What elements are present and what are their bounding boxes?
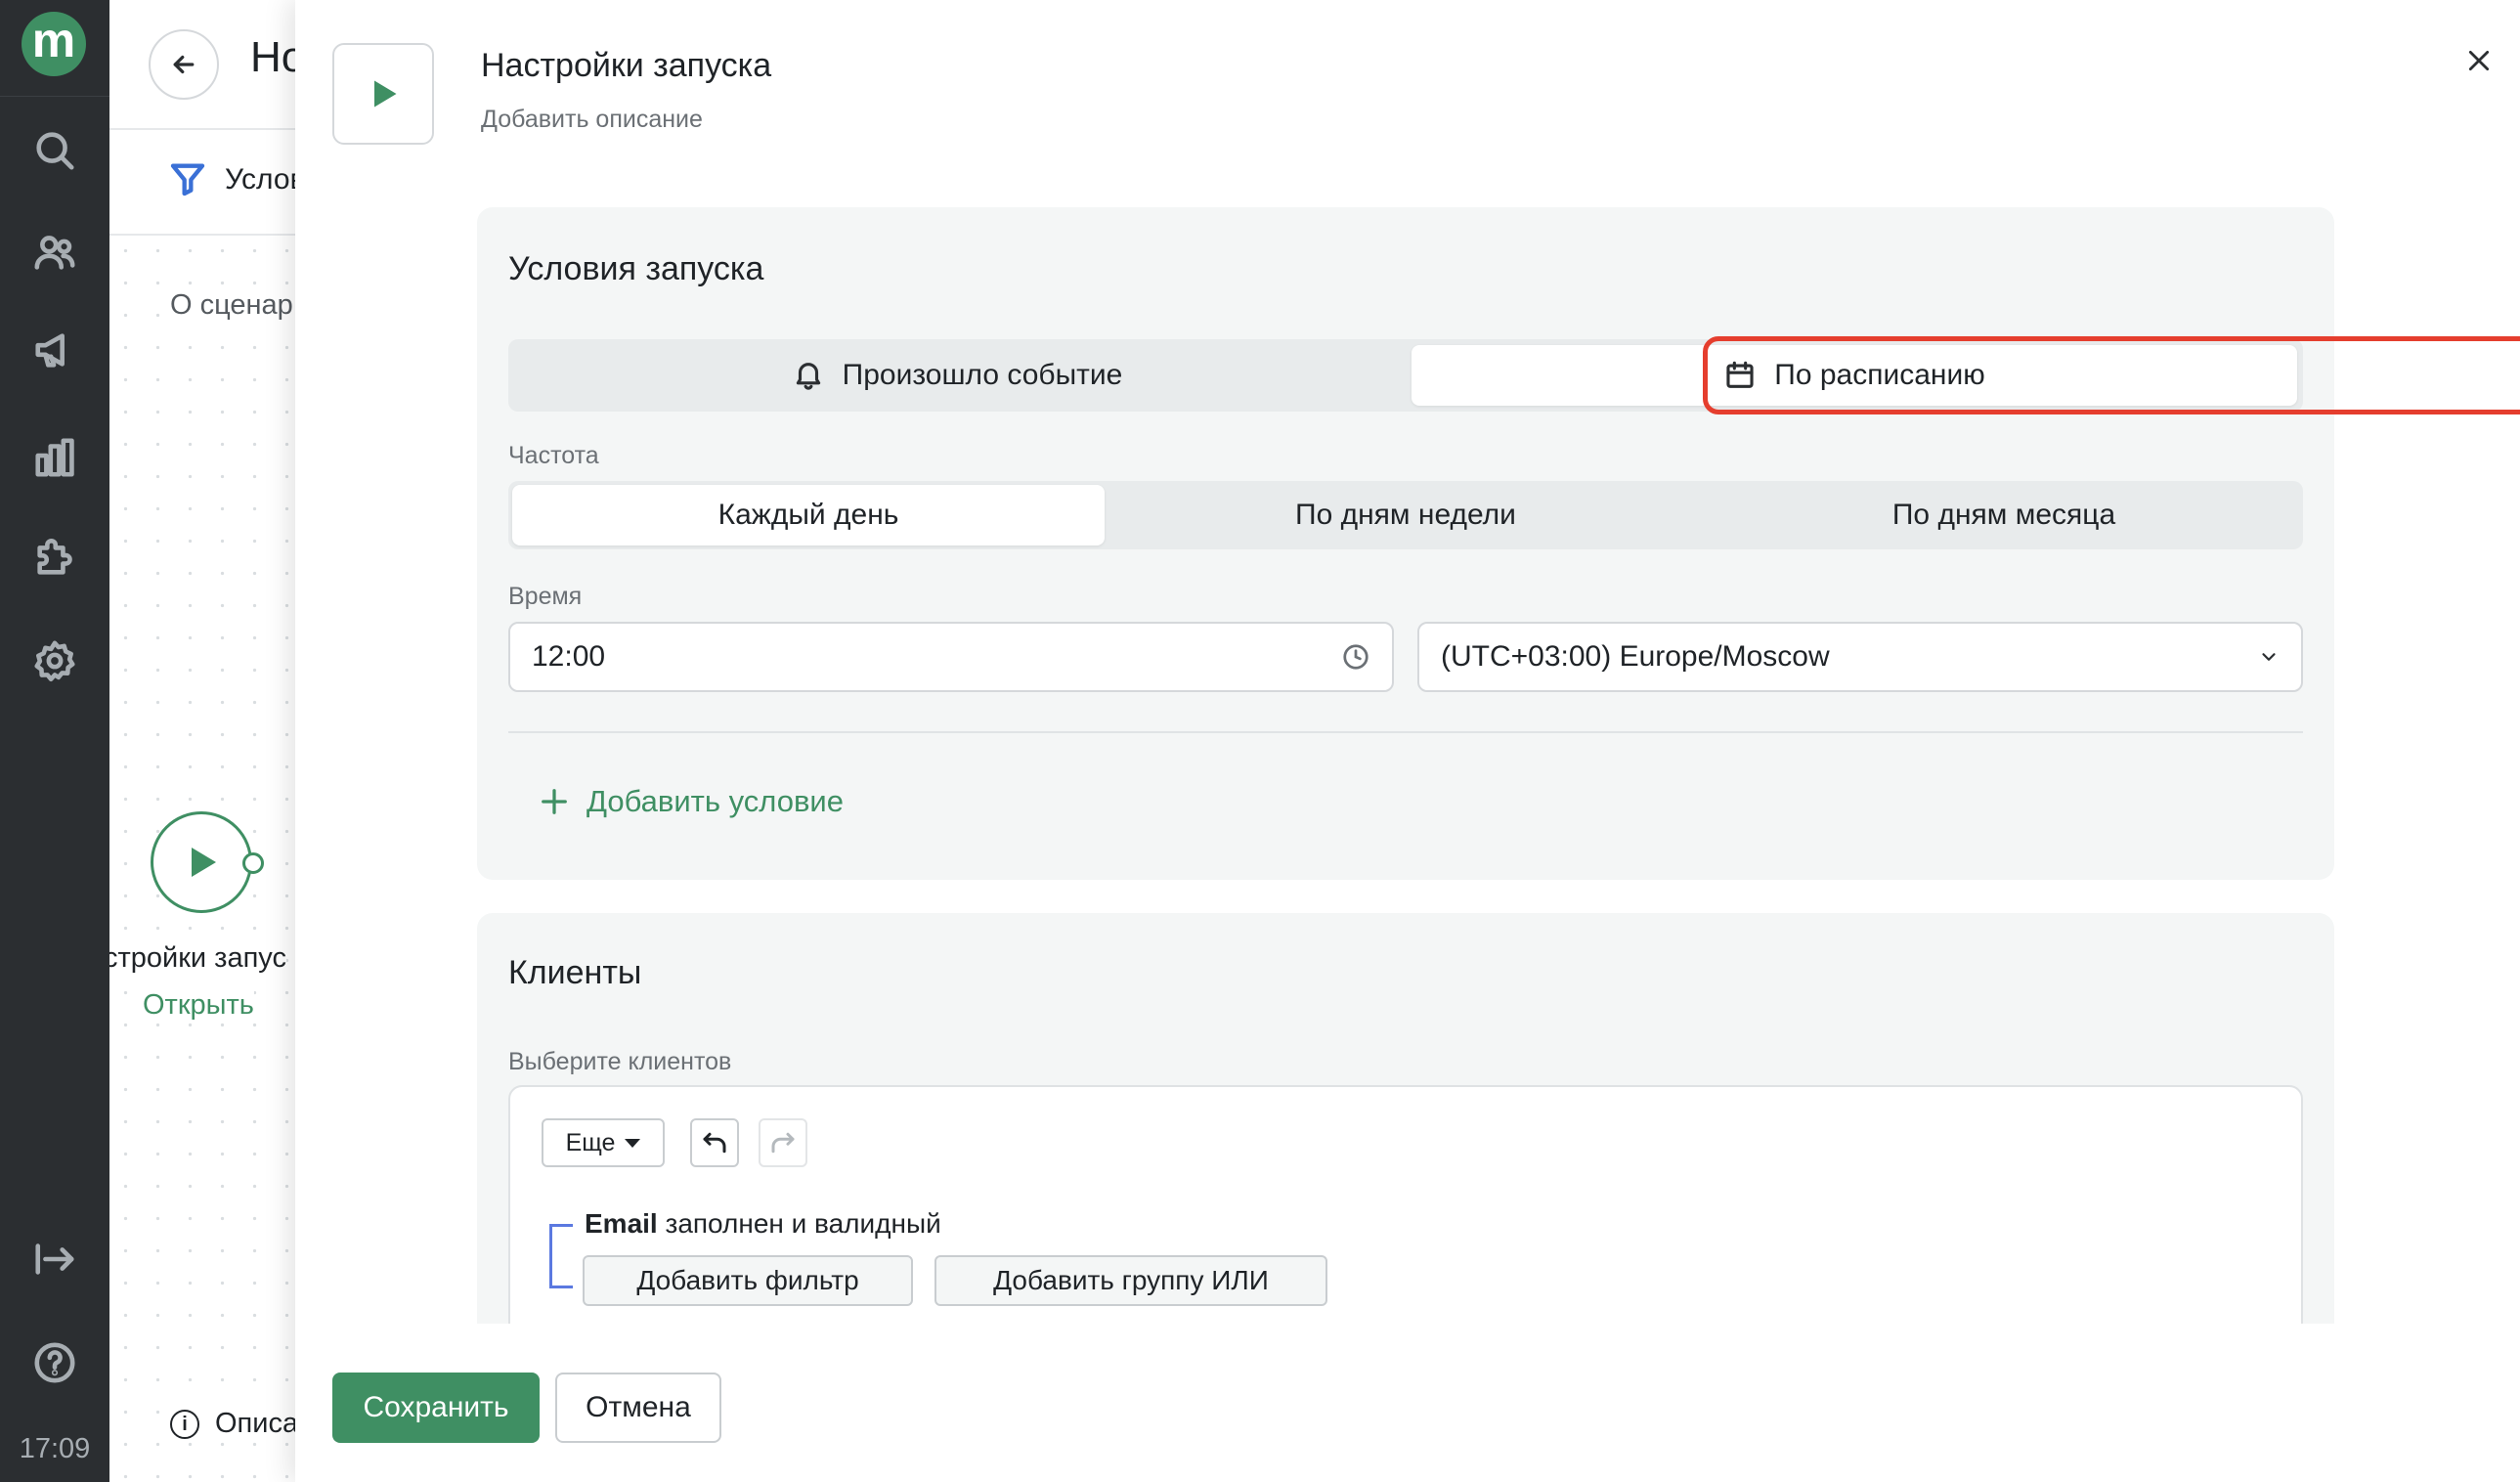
trigger-event-option[interactable]: Произошло событие (508, 339, 1406, 412)
scenario-title: Но (250, 33, 295, 81)
left-rail: m 17:09 (0, 0, 109, 1482)
bell-icon (796, 363, 820, 390)
search-icon[interactable] (27, 123, 82, 178)
panel-title[interactable]: Настройки запуска (481, 47, 771, 85)
play-icon (374, 80, 397, 108)
help-icon[interactable] (27, 1335, 82, 1390)
node-connector[interactable] (242, 852, 264, 874)
clock-icon (1343, 644, 1369, 670)
about-scenario-label: О сценар (170, 289, 293, 322)
close-icon (2468, 50, 2490, 71)
caret-down-icon (625, 1138, 641, 1148)
launch-conditions-section: Условия запуска Произошло событие По рас… (477, 207, 2334, 880)
puzzle-icon[interactable] (27, 530, 82, 585)
collapse-icon[interactable] (27, 1232, 82, 1286)
trigger-schedule-selected[interactable]: По расписанию (1412, 345, 2297, 406)
time-label: Время (508, 583, 583, 610)
close-button[interactable] (2457, 39, 2500, 82)
add-condition-label: Добавить условие (587, 784, 844, 818)
users-icon[interactable] (27, 225, 82, 280)
tab-conditions[interactable]: Услов (225, 163, 295, 196)
start-node[interactable] (151, 811, 252, 913)
save-button[interactable]: Сохранить (332, 1373, 540, 1443)
scenario-tabs: Услов (109, 132, 295, 236)
condition-text: заполнен и валидный (657, 1208, 941, 1239)
play-icon (192, 848, 216, 877)
section-title: Клиенты (508, 954, 642, 991)
calendar-icon (1726, 361, 1754, 388)
timezone-select[interactable]: (UTC+03:00) Europe/Moscow (1417, 622, 2303, 692)
trigger-schedule-label: По расписанию (1774, 359, 1985, 391)
frequency-label: Частота (508, 442, 599, 469)
back-button[interactable] (149, 29, 219, 100)
megaphone-icon[interactable] (27, 323, 82, 377)
cancel-button[interactable]: Отмена (555, 1373, 721, 1443)
panel-footer: Сохранить Отмена (295, 1324, 2520, 1482)
add-filter-button[interactable]: Добавить фильтр (583, 1255, 913, 1306)
filter-condition[interactable]: Email заполнен и валидный (585, 1208, 941, 1240)
frequency-monthdays[interactable]: По дням месяца (1707, 481, 2301, 549)
section-divider (508, 731, 2303, 733)
frequency-daily[interactable]: Каждый день (512, 485, 1105, 545)
rail-divider (0, 96, 109, 97)
frequency-weekdays[interactable]: По дням недели (1108, 481, 1703, 549)
scenario-canvas: Но Услов О сценар стройки запус Открыть … (109, 0, 295, 1482)
timezone-value: (UTC+03:00) Europe/Moscow (1441, 640, 1830, 673)
panel-play-icon (332, 43, 434, 145)
time-input[interactable]: 12:00 (508, 622, 1394, 692)
clock-time: 17:09 (19, 1433, 91, 1464)
section-title: Условия запуска (508, 250, 764, 287)
app-root: m 17:09 Но Усло О сценар стройки запус О… (0, 0, 2520, 1482)
app-logo[interactable]: m (22, 12, 86, 76)
start-node-open-link[interactable]: Открыть (143, 989, 254, 1022)
more-dropdown-button[interactable]: Еще (542, 1118, 665, 1167)
select-clients-label: Выберите клиентов (508, 1048, 732, 1075)
redo-button[interactable] (759, 1118, 807, 1167)
chart-icon[interactable] (27, 430, 82, 485)
trigger-toggle: Произошло событие По расписанию (508, 339, 2303, 412)
trigger-schedule-option[interactable]: По расписанию (1406, 339, 2303, 412)
scenario-header: Но (109, 0, 295, 130)
description-link[interactable]: i Описа (170, 1408, 295, 1440)
description-link-label: Описа (215, 1408, 295, 1439)
panel-description[interactable]: Добавить описание (481, 106, 703, 134)
add-or-group-button[interactable]: Добавить группу ИЛИ (934, 1255, 1327, 1306)
add-condition-button[interactable]: Добавить условие (540, 784, 844, 819)
trigger-event-label: Произошло событие (842, 359, 1123, 391)
more-label: Еще (565, 1128, 616, 1156)
info-icon: i (170, 1409, 199, 1439)
undo-button[interactable] (690, 1118, 739, 1167)
filter-icon (168, 159, 207, 198)
frequency-toggle: Каждый день По дням недели По дням месяц… (508, 481, 2303, 549)
undo-icon (703, 1132, 726, 1154)
redo-icon (771, 1132, 795, 1154)
chevron-down-icon (2262, 653, 2276, 661)
launch-settings-panel: Настройки запуска Добавить описание Усло… (295, 0, 2520, 1482)
plus-icon (542, 789, 567, 814)
gear-icon[interactable] (27, 633, 82, 688)
arrow-left-icon (173, 55, 195, 74)
condition-field: Email (585, 1208, 658, 1239)
and-group-bracket (549, 1224, 573, 1288)
time-value: 12:00 (532, 640, 606, 673)
start-node-label: стройки запус (109, 942, 286, 975)
clients-section: Клиенты Выберите клиентов Еще Email запо… (477, 913, 2334, 1378)
